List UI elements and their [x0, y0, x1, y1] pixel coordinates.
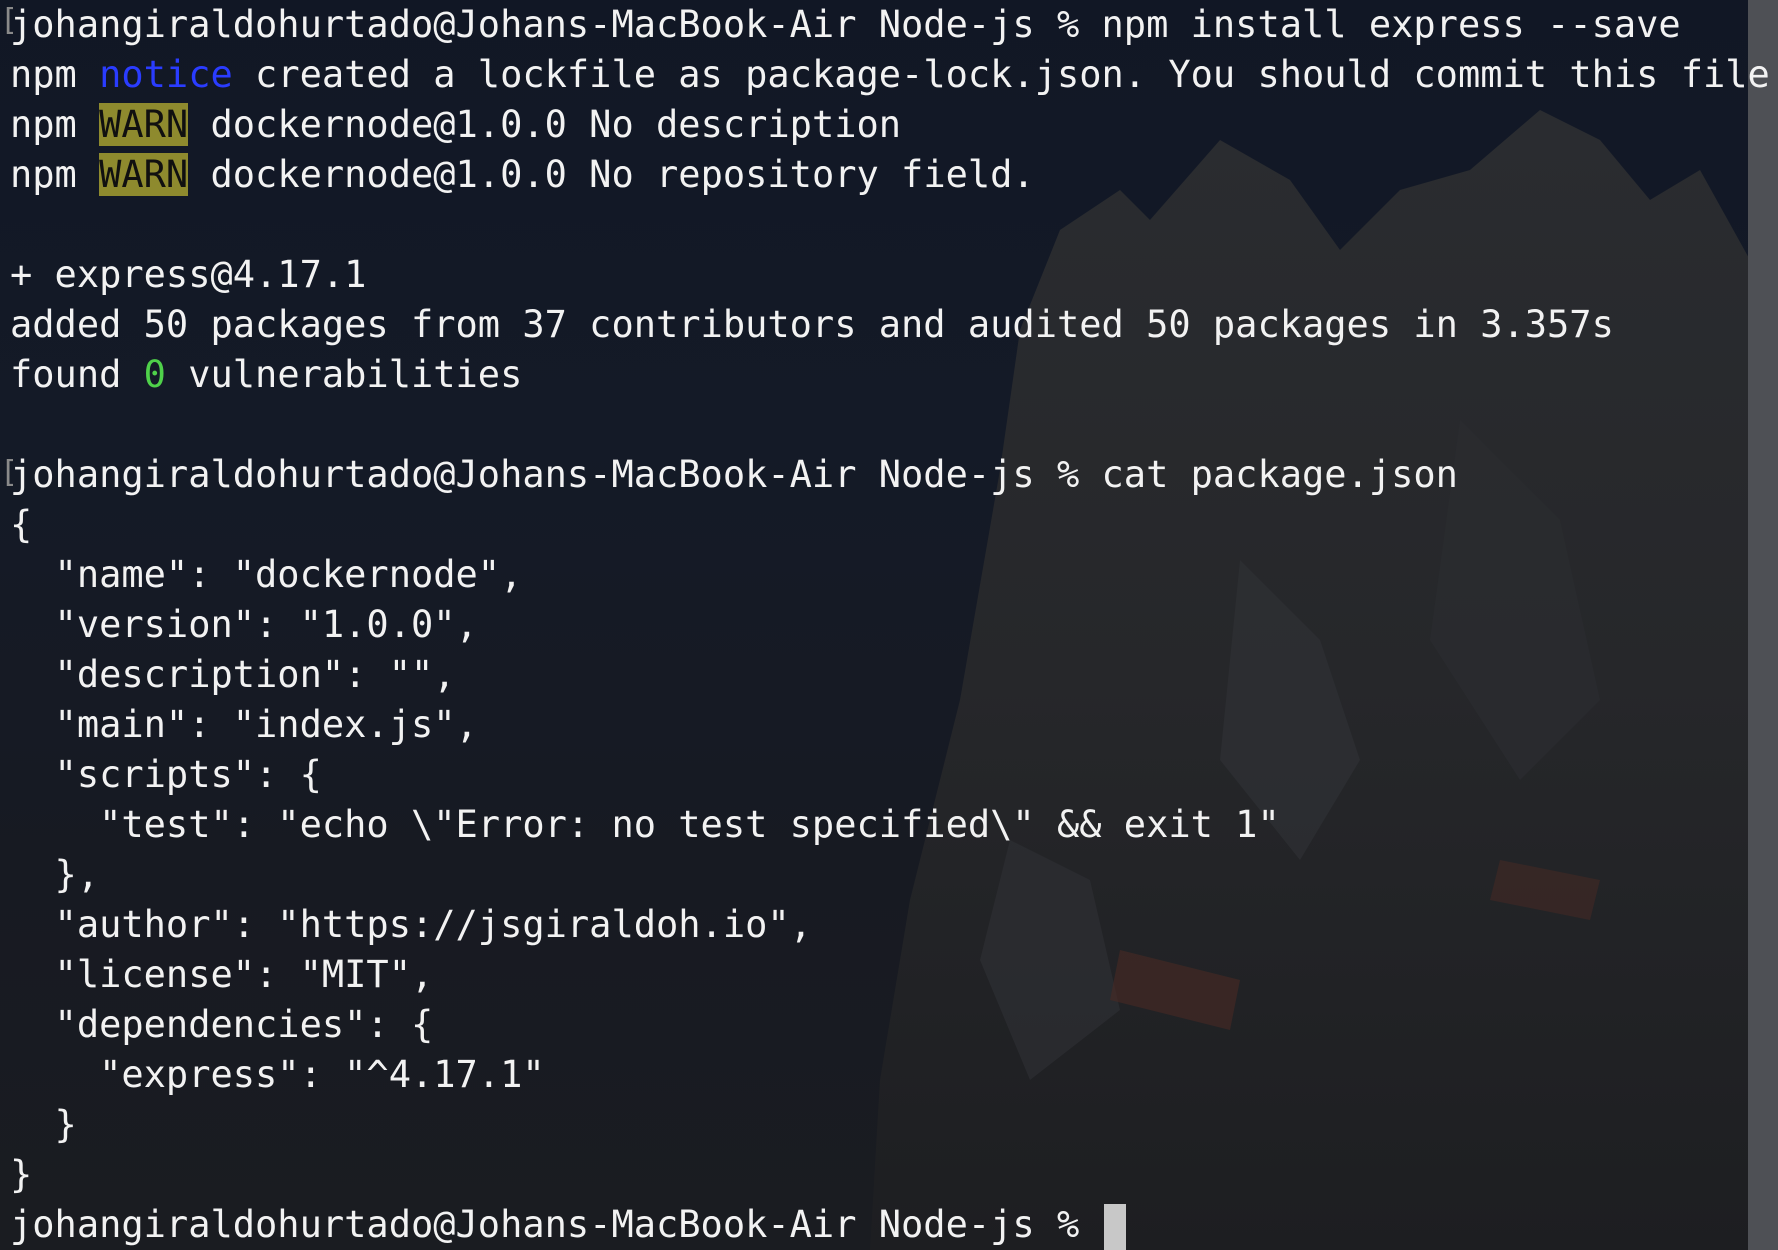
vulnerabilities-line: found 0 vulnerabilities: [10, 353, 523, 396]
added-summary-line: added 50 packages from 37 contributors a…: [10, 303, 1614, 346]
npm-notice-line: npm notice created a lockfile as package…: [10, 53, 1778, 96]
json-line: },: [10, 853, 100, 896]
json-line: "author": "https://jsgiraldoh.io",: [10, 903, 812, 946]
json-line: "description": "",: [10, 653, 456, 696]
json-line: "scripts": {: [10, 753, 322, 796]
npm-warn-line: npm WARN dockernode@1.0.0 No description: [10, 103, 902, 146]
command-line: johangiraldohurtado@Johans-MacBook-Air N…: [10, 450, 1750, 500]
notice-tag: notice: [99, 53, 233, 96]
warn-tag: WARN: [99, 103, 189, 146]
json-line: "version": "1.0.0",: [10, 603, 478, 646]
line-mark-icon: [: [0, 455, 19, 490]
json-line: }: [10, 1153, 33, 1196]
active-prompt-line[interactable]: johangiraldohurtado@Johans-MacBook-Air N…: [10, 1200, 1750, 1250]
json-line: "main": "index.js",: [10, 703, 478, 746]
text-cursor[interactable]: [1103, 1203, 1126, 1250]
vulnerability-count: 0: [143, 353, 166, 396]
json-line: "test": "echo \"Error: no test specified…: [10, 803, 1280, 846]
json-line: "license": "MIT",: [10, 953, 434, 996]
shell-prompt: johangiraldohurtado@Johans-MacBook-Air N…: [10, 453, 1102, 496]
terminal-window[interactable]: [ [ johangiraldohurtado@Johans-MacBook-A…: [0, 0, 1778, 1250]
json-line: "dependencies": {: [10, 1003, 434, 1046]
json-line: {: [10, 503, 33, 546]
added-package-line: + express@4.17.1: [10, 253, 367, 296]
json-line: "express": "^4.17.1": [10, 1053, 545, 1096]
json-line: }: [10, 1103, 77, 1146]
warn-tag: WARN: [99, 153, 189, 196]
command-text: npm install express --save: [1101, 3, 1681, 46]
command-text: cat package.json: [1101, 453, 1458, 496]
shell-prompt: johangiraldohurtado@Johans-MacBook-Air N…: [10, 3, 1102, 46]
npm-warn-line: npm WARN dockernode@1.0.0 No repository …: [10, 153, 1035, 196]
line-mark-icon: [: [0, 3, 19, 38]
json-line: "name": "dockernode",: [10, 553, 523, 596]
shell-prompt: johangiraldohurtado@Johans-MacBook-Air N…: [10, 1203, 1102, 1246]
scrollbar-track[interactable]: [1748, 0, 1778, 1250]
terminal-output[interactable]: johangiraldohurtado@Johans-MacBook-Air N…: [10, 0, 1778, 1250]
command-line: johangiraldohurtado@Johans-MacBook-Air N…: [10, 0, 1750, 50]
